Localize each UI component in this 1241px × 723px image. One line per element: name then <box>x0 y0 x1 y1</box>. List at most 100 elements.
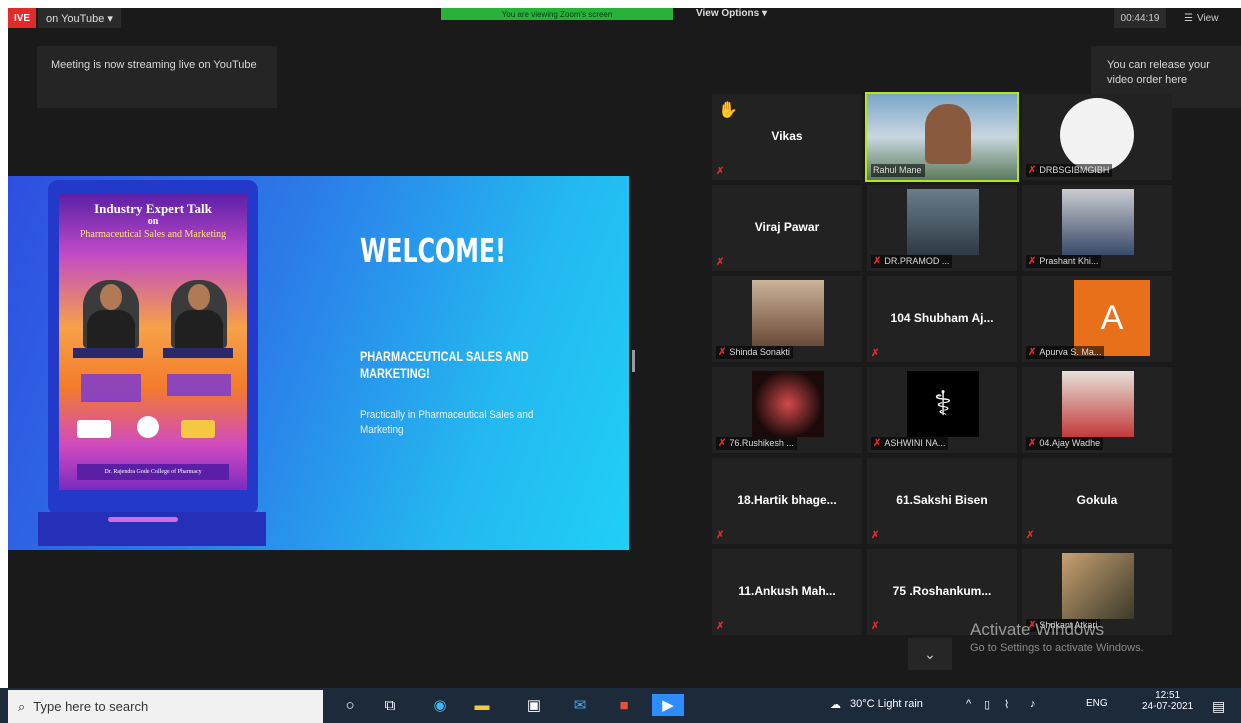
poster-title: Industry Expert Talk on Pharmaceutical S… <box>65 202 241 241</box>
profile-photo <box>1062 189 1134 255</box>
participant-avatar: A <box>1074 280 1150 356</box>
activate-windows-title: Activate Windows <box>970 620 1105 639</box>
profile-photo <box>907 189 979 255</box>
meeting-timer: 00:44:19 <box>1114 8 1166 28</box>
volume-icon[interactable]: ♪ <box>1030 698 1036 710</box>
participant-label: ✗ DR.PRAMOD ... <box>871 255 953 268</box>
weather-text[interactable]: 30°C Light rain <box>850 698 923 710</box>
participant-tile[interactable]: Gokula ✗ <box>1022 458 1172 544</box>
store-icon[interactable]: ▣ <box>522 694 546 716</box>
participant-label: ✗ 04.Ajay Wadhe <box>1026 437 1104 450</box>
participant-tile[interactable]: Viraj Pawar ✗ <box>712 185 862 271</box>
slide-description: Practically in Pharmaceutical Sales and … <box>360 409 534 436</box>
tray-chevron-icon[interactable]: ^ <box>966 698 971 710</box>
speaker-nametag-2 <box>163 348 233 358</box>
participant-name: Gokula <box>1076 493 1118 507</box>
participant-tile[interactable]: ✗ Shinda Sonakti <box>712 276 862 362</box>
search-icon: ⌕ <box>18 698 26 714</box>
edge-icon[interactable]: ◉ <box>428 694 452 716</box>
muted-mic-icon: ✗ <box>718 347 727 358</box>
language-indicator[interactable]: ENG <box>1086 698 1108 709</box>
participant-tile[interactable]: ✗ 04.Ajay Wadhe <box>1022 367 1172 453</box>
clock-time: 12:51 <box>1155 690 1181 701</box>
participant-tile[interactable]: A ✗ Apurva S. Ma... <box>1022 276 1172 362</box>
muted-mic-icon: ✗ <box>716 257 725 268</box>
participant-label: ✗ DRBSGIBMGIBH <box>1026 164 1113 177</box>
speaker-photo-1 <box>83 280 139 348</box>
mail-icon[interactable]: ✉ <box>568 694 592 716</box>
profile-photo <box>752 280 824 346</box>
clock-date: 24-07-2021 <box>1142 701 1194 712</box>
muted-mic-icon: ✗ <box>873 438 882 449</box>
view-options-button[interactable]: View Options ▾ <box>696 8 767 19</box>
cortana-icon[interactable]: ○ <box>338 694 362 716</box>
resize-handle[interactable] <box>632 350 635 372</box>
participant-tile[interactable]: ✗ DR.PRAMOD ... <box>867 185 1017 271</box>
welcome-heading: WELCOME! <box>360 231 506 270</box>
college-seal <box>137 416 159 438</box>
participant-tile[interactable]: ✗ Prashant Khi... <box>1022 185 1172 271</box>
participant-label: ✗ 76.Rushikesh ... <box>716 437 797 450</box>
caduceus-icon: ⚕ <box>907 371 979 437</box>
muted-mic-icon: ✗ <box>716 621 725 632</box>
streaming-tooltip: Meeting is now streaming live on YouTube <box>37 46 277 108</box>
participant-label: ✗ Apurva S. Ma... <box>1026 346 1105 359</box>
notification-icon[interactable]: ▤ <box>1212 698 1225 715</box>
office-icon[interactable]: ■ <box>612 694 636 716</box>
muted-mic-icon: ✗ <box>1028 165 1037 176</box>
search-placeholder: Type here to search <box>33 699 149 714</box>
participant-label: ✗ Shinda Sonakti <box>716 346 793 359</box>
participant-tile[interactable]: 18.Hartik bhage... ✗ <box>712 458 862 544</box>
clock[interactable]: 12:51 24-07-2021 <box>1142 690 1193 712</box>
muted-mic-icon: ✗ <box>873 256 882 267</box>
participant-name: 75 .Roshankum... <box>892 584 992 598</box>
view-button[interactable]: ☰ View <box>1184 8 1218 28</box>
speaker-nametag-1 <box>73 348 143 358</box>
college-logo <box>1060 98 1134 172</box>
poster-title-text: Industry Expert Talk <box>94 201 212 216</box>
muted-mic-icon: ✗ <box>871 530 880 541</box>
chevron-down-icon[interactable]: ⌄ <box>908 638 952 670</box>
task-view-icon[interactable]: ⧉ <box>378 694 402 716</box>
raised-hand-icon: ✋ <box>718 102 738 119</box>
speaker-face <box>925 104 971 164</box>
top-bar: IVE on YouTube ▾ You are viewing Zoom's … <box>8 8 1241 30</box>
muted-mic-icon: ✗ <box>1028 256 1037 267</box>
view-button-label: View <box>1196 12 1219 24</box>
participant-name: Vikas <box>771 129 803 143</box>
taskbar-search[interactable]: ⌕ Type here to search <box>8 690 323 723</box>
grid-view-icon: ☰ <box>1184 12 1193 24</box>
muted-mic-icon: ✗ <box>871 621 880 632</box>
participant-label: ✗ Prashant Khi... <box>1026 255 1102 268</box>
participant-tile[interactable]: 11.Ankush Mah... ✗ <box>712 549 862 635</box>
weather-icon[interactable]: ☁ <box>830 698 841 711</box>
participant-name: 61.Sakshi Bisen <box>896 493 988 507</box>
zoom-window: IVE on YouTube ▾ You are viewing Zoom's … <box>8 8 1241 688</box>
participant-label: Rahul Mane <box>871 164 925 177</box>
participant-tile[interactable]: ✗ DRBSGIBMGIBH <box>1022 94 1172 180</box>
screen-share-banner[interactable]: You are viewing Zoom's screen <box>441 8 673 20</box>
participant-name: 104 Shubham Aj... <box>890 311 994 325</box>
file-explorer-icon[interactable]: ▬ <box>470 694 494 716</box>
participant-tile[interactable]: ✗ 76.Rushikesh ... <box>712 367 862 453</box>
muted-mic-icon: ✗ <box>1028 438 1037 449</box>
shared-slide: Industry Expert Talk on Pharmaceutical S… <box>8 176 629 550</box>
zoom-icon[interactable]: ▶ <box>652 694 684 716</box>
muted-mic-icon: ✗ <box>1026 530 1035 541</box>
profile-photo <box>752 371 824 437</box>
speaker-photo-2 <box>171 280 227 348</box>
participant-tile[interactable]: 61.Sakshi Bisen ✗ <box>867 458 1017 544</box>
network-icon[interactable]: ⌇ <box>1004 698 1009 711</box>
profile-photo <box>1062 371 1134 437</box>
speaker-info-1 <box>81 374 141 402</box>
participant-name: 11.Ankush Mah... <box>738 584 836 598</box>
youtube-live-button[interactable]: on YouTube ▾ <box>38 8 121 28</box>
muted-mic-icon: ✗ <box>716 166 725 177</box>
participant-tile-active[interactable]: Rahul Mane <box>865 92 1019 182</box>
participant-tile[interactable]: ⚕ ✗ ASHWINI NA... <box>867 367 1017 453</box>
battery-icon[interactable]: ▯ <box>984 698 990 711</box>
profile-photo <box>1062 553 1134 619</box>
participant-tile[interactable]: 104 Shubham Aj... ✗ <box>867 276 1017 362</box>
participant-tile[interactable]: ✋ Vikas ✗ <box>712 94 862 180</box>
activate-windows-subtitle: Go to Settings to activate Windows. <box>970 642 1144 654</box>
